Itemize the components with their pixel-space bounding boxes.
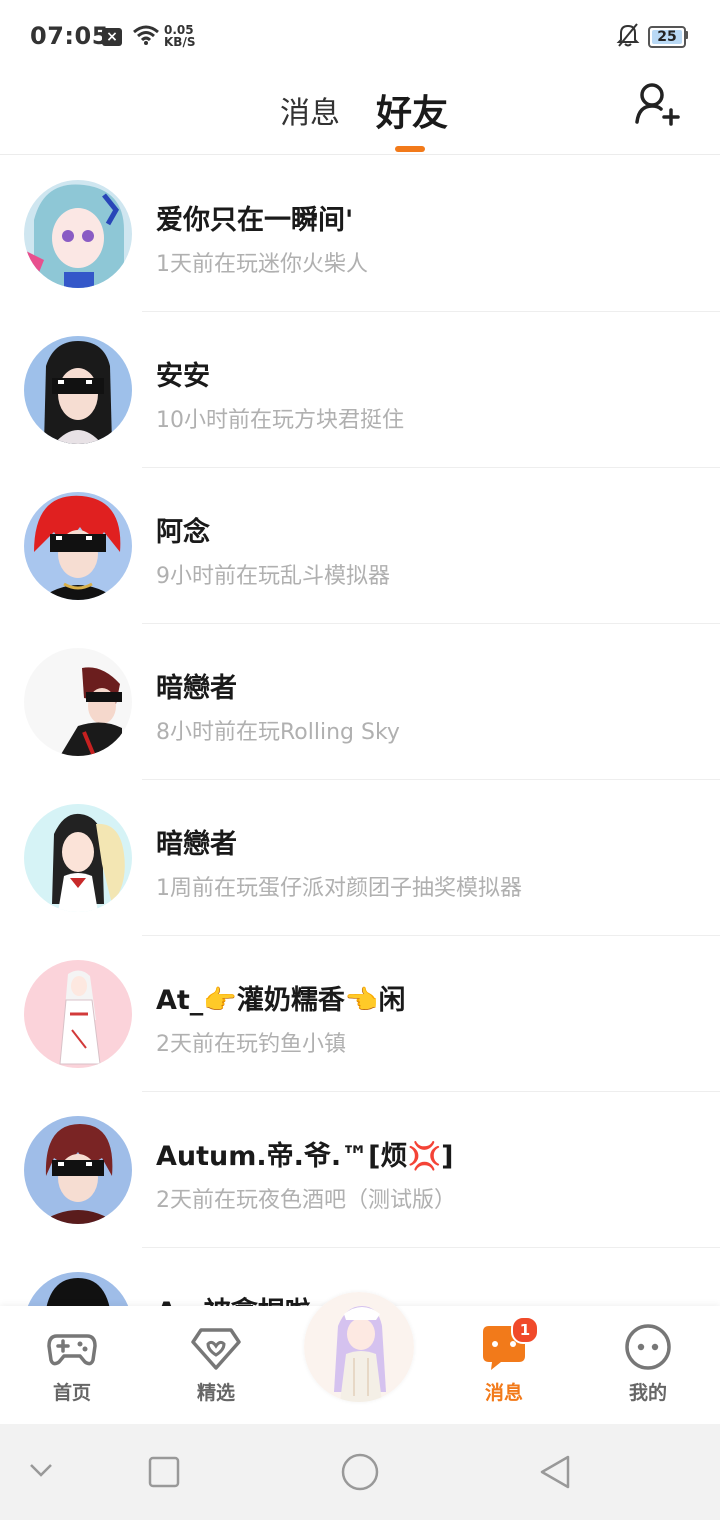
recents-square-icon[interactable] [148, 1456, 180, 1488]
friend-status: 10小时前在玩方块君挺住 [156, 408, 404, 433]
center-avatar-button[interactable] [304, 1292, 414, 1402]
nav-messages[interactable]: 1 消息 [454, 1316, 554, 1405]
friend-name: 安安 [156, 361, 210, 392]
home-circle-icon[interactable] [340, 1452, 380, 1492]
top-header: 消息 好友 [0, 72, 720, 155]
friend-list: 爱你只在一瞬间' 1天前在玩迷你火柴人 安安 10小时前在玩方块君挺住 阿念 9… [0, 156, 720, 1404]
friend-row[interactable]: 暗戀者 1周前在玩蛋仔派对颜团子抽奖模拟器 [0, 780, 720, 936]
friend-row[interactable]: 安安 10小时前在玩方块君挺住 [0, 312, 720, 468]
avatar[interactable] [24, 1116, 132, 1224]
nav-label: 精选 [196, 1382, 235, 1404]
nav-featured[interactable]: 精选 [166, 1322, 266, 1405]
bell-off-icon [616, 23, 640, 47]
nav-label: 首页 [52, 1382, 91, 1404]
battery-level: 25 [657, 29, 677, 45]
chat-bubble-icon: 1 [479, 1316, 539, 1372]
friend-name: 暗戀者 [156, 829, 237, 860]
avatar[interactable] [24, 180, 132, 288]
friend-status: 1周前在玩蛋仔派对颜团子抽奖模拟器 [156, 876, 522, 901]
friend-status: 2天前在玩夜色酒吧（测试版） [156, 1188, 456, 1213]
nav-label: 消息 [484, 1382, 523, 1404]
nav-home[interactable]: 首页 [22, 1322, 122, 1405]
friend-name: 阿念 [156, 517, 210, 548]
friend-name: At_👉灌奶糯香👈闲 [156, 985, 406, 1016]
net-speed: 0.05 KB/S [164, 23, 196, 49]
friend-status: 8小时前在玩Rolling Sky [156, 720, 400, 745]
active-tab-indicator [395, 146, 425, 152]
friend-status: 1天前在玩迷你火柴人 [156, 252, 368, 277]
friend-row[interactable]: Autum.帝.爷.™[烦💢] 2天前在玩夜色酒吧（测试版） [0, 1092, 720, 1248]
friend-name: 暗戀者 [156, 673, 237, 704]
battery-icon: 25 [648, 26, 686, 48]
friend-status: 2天前在玩钓鱼小镇 [156, 1032, 346, 1057]
close-box-icon: × [102, 28, 122, 46]
heart-diamond-icon [191, 1322, 241, 1372]
gamepad-icon [47, 1322, 97, 1372]
face-icon [623, 1322, 673, 1372]
status-bar: 07:05 × 0.05 KB/S 25 [0, 0, 720, 72]
friend-name: 爱你只在一瞬间' [156, 205, 354, 236]
avatar[interactable] [24, 492, 132, 600]
friend-status: 9小时前在玩乱斗模拟器 [156, 564, 390, 589]
tab-friends[interactable]: 好友 [376, 84, 448, 136]
nav-label: 我的 [628, 1382, 667, 1404]
friend-row[interactable]: 暗戀者 8小时前在玩Rolling Sky [0, 624, 720, 780]
wifi-icon [133, 25, 159, 45]
add-user-icon[interactable] [634, 80, 680, 128]
friend-row[interactable]: 阿念 9小时前在玩乱斗模拟器 [0, 468, 720, 624]
unread-badge: 1 [511, 1316, 539, 1344]
nav-profile[interactable]: 我的 [598, 1322, 698, 1405]
friend-name: Autum.帝.爷.™[烦💢] [156, 1141, 454, 1172]
avatar[interactable] [24, 336, 132, 444]
friend-row[interactable]: At_👉灌奶糯香👈闲 2天前在玩钓鱼小镇 [0, 936, 720, 1092]
system-nav-bar [0, 1424, 720, 1520]
status-time: 07:05 [30, 22, 109, 50]
friend-row[interactable]: 爱你只在一瞬间' 1天前在玩迷你火柴人 [0, 156, 720, 312]
avatar[interactable] [24, 960, 132, 1068]
chevron-down-icon[interactable] [28, 1460, 54, 1480]
back-triangle-icon[interactable] [538, 1454, 574, 1490]
avatar[interactable] [24, 648, 132, 756]
tab-messages[interactable]: 消息 [280, 88, 340, 132]
avatar[interactable] [24, 804, 132, 912]
